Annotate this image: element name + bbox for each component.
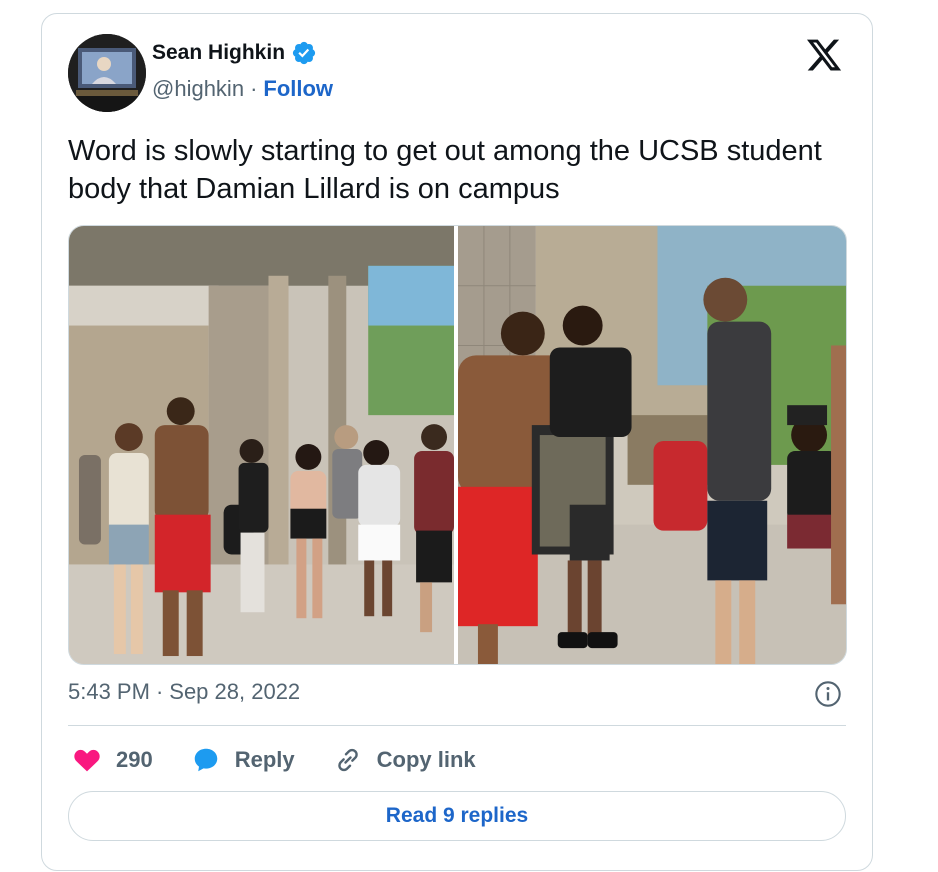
verified-badge-icon [292, 41, 316, 65]
handle-row: @highkin · Follow [152, 76, 333, 102]
reply-button[interactable]: Reply [191, 745, 295, 775]
heart-icon [74, 749, 100, 772]
reply-label: Reply [234, 747, 295, 772]
x-logo-icon[interactable] [805, 36, 843, 74]
media-grid [68, 225, 847, 665]
like-count: 290 [116, 747, 153, 772]
divider [68, 725, 846, 726]
embedded-tweet-card: Sean Highkin @highkin · Follow Word is s… [41, 13, 873, 871]
action-bar: 290 Reply Copy link [72, 742, 514, 778]
info-icon[interactable] [814, 680, 842, 708]
photo-2[interactable] [458, 226, 846, 664]
tweet-time: 5:43 PM [68, 679, 150, 704]
separator-dot: · [250, 76, 258, 101]
tweet-date: Sep 28, 2022 [169, 679, 301, 704]
follow-button[interactable]: Follow [263, 76, 333, 102]
name-row: Sean Highkin [152, 40, 317, 66]
handle[interactable]: @highkin [152, 76, 244, 102]
read-replies-button[interactable]: Read 9 replies [68, 791, 846, 841]
like-button[interactable]: 290 [72, 745, 153, 775]
photo-1[interactable] [69, 226, 454, 664]
copy-link-label: Copy link [376, 747, 476, 772]
avatar[interactable] [68, 34, 146, 112]
timestamp-separator: · [155, 679, 164, 704]
link-icon [337, 748, 358, 772]
display-name[interactable]: Sean Highkin [152, 41, 285, 65]
tweet-timestamp[interactable]: 5:43 PM · Sep 28, 2022 [68, 679, 300, 705]
tweet-text: Word is slowly starting to get out among… [68, 135, 822, 205]
copy-link-button[interactable]: Copy link [333, 745, 476, 775]
reply-bubble-icon [194, 748, 217, 772]
tweet-header: Sean Highkin @highkin · Follow [68, 34, 846, 112]
